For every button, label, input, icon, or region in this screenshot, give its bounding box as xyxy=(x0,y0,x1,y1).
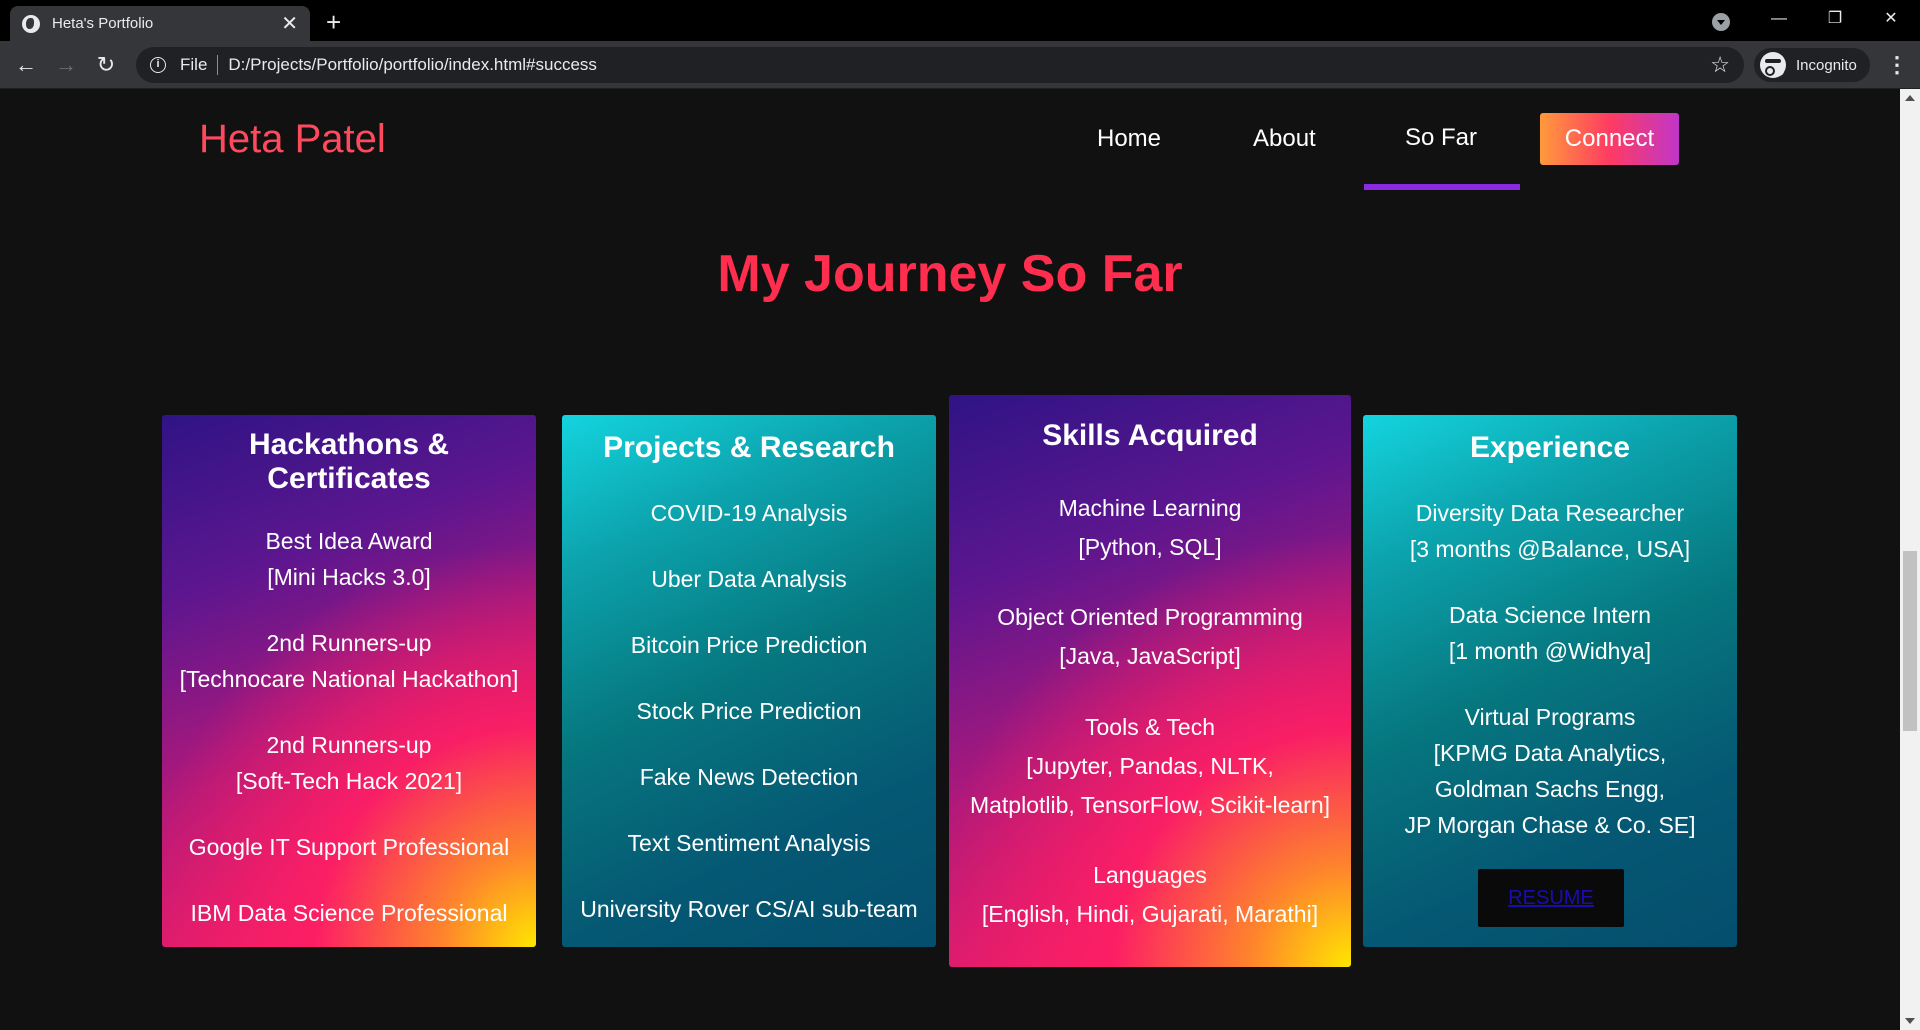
hackathons-title-line2: Certificates xyxy=(267,462,431,495)
list-item: COVID-19 Analysis xyxy=(650,500,848,526)
tab-title: Heta's Portfolio xyxy=(52,15,154,32)
page-viewport: Heta Patel Home About So Far Connect My … xyxy=(0,89,1900,1030)
page-scrollbar[interactable] xyxy=(1900,89,1920,1030)
skills-card-title: Skills Acquired xyxy=(1042,419,1258,452)
forward-arrow-icon[interactable]: → xyxy=(52,51,80,79)
list-item: Virtual Programs [KPMG Data Analytics, G… xyxy=(1404,704,1696,838)
close-window-button[interactable]: ✕ xyxy=(1868,6,1914,34)
list-item: 2nd Runners-up [Technocare National Hack… xyxy=(179,630,519,692)
experience-card: Experience Diversity Data Researcher [3 … xyxy=(1363,415,1737,947)
nav-about[interactable]: About xyxy=(1253,125,1316,153)
incognito-label: Incognito xyxy=(1796,56,1857,74)
scroll-down-arrow-icon[interactable] xyxy=(1905,1018,1915,1024)
hackathons-card: Hackathons & Certificates Best Idea Awar… xyxy=(162,415,536,947)
connect-button[interactable]: Connect xyxy=(1540,113,1679,165)
menu-kebab-icon[interactable]: ⋮ xyxy=(1886,52,1908,78)
list-item: Languages [English, Hindi, Gujarati, Mar… xyxy=(981,862,1319,927)
list-item: Uber Data Analysis xyxy=(651,566,847,592)
back-arrow-icon[interactable]: ← xyxy=(12,51,40,79)
list-item: Stock Price Prediction xyxy=(636,698,862,724)
projects-card: Projects & Research COVID-19 Analysis Ub… xyxy=(562,415,936,947)
address-bar[interactable]: i File D:/Projects/Portfolio/portfolio/i… xyxy=(136,47,1744,83)
list-item: Object Oriented Programming [Java, JavaS… xyxy=(997,604,1303,669)
resume-button[interactable]: RESUME xyxy=(1478,869,1624,927)
url-text[interactable]: D:/Projects/Portfolio/portfolio/index.ht… xyxy=(228,55,597,75)
section-title: My Journey So Far xyxy=(717,245,1183,303)
skills-card: Skills Acquired Machine Learning [Python… xyxy=(949,395,1351,967)
scrollbar-thumb[interactable] xyxy=(1903,551,1917,731)
incognito-icon xyxy=(1760,52,1786,78)
info-icon[interactable]: i xyxy=(150,57,166,73)
list-item: Bitcoin Price Prediction xyxy=(630,632,868,658)
list-item: Machine Learning [Python, SQL] xyxy=(1058,495,1242,560)
url-scheme: File xyxy=(180,55,208,74)
reload-icon[interactable]: ↻ xyxy=(92,51,120,79)
browser-toolbar: ← → ↻ i File D:/Projects/Portfolio/portf… xyxy=(0,41,1920,89)
scroll-up-arrow-icon[interactable] xyxy=(1905,95,1915,101)
brand-name[interactable]: Heta Patel xyxy=(199,117,386,162)
list-item: Data Science Intern [1 month @Widhya] xyxy=(1448,602,1652,664)
minimize-button[interactable]: — xyxy=(1756,6,1802,34)
restore-button[interactable]: ❐ xyxy=(1812,6,1858,34)
hackathons-card-title: Hackathons & Certificates xyxy=(162,428,536,496)
list-item: Diversity Data Researcher [3 months @Bal… xyxy=(1409,500,1691,562)
browser-tab[interactable]: Heta's Portfolio ✕ xyxy=(10,6,310,41)
nav-so-far[interactable]: So Far xyxy=(1405,124,1477,152)
list-item: Fake News Detection xyxy=(639,764,859,790)
list-item: IBM Data Science Professional xyxy=(190,900,508,926)
browser-tab-strip: Heta's Portfolio ✕ + — ❐ ✕ xyxy=(0,0,1920,41)
list-item: Tools & Tech [Jupyter, Pandas, NLTK, Mat… xyxy=(969,714,1331,818)
active-nav-underline xyxy=(1364,184,1520,190)
projects-card-title: Projects & Research xyxy=(603,431,895,464)
nav-home[interactable]: Home xyxy=(1097,125,1161,153)
experience-card-title: Experience xyxy=(1469,431,1631,464)
list-item: Google IT Support Professional xyxy=(188,834,510,860)
tab-close-icon[interactable]: ✕ xyxy=(281,14,298,34)
globe-icon xyxy=(22,14,40,33)
list-item: Best Idea Award [Mini Hacks 3.0] xyxy=(265,528,433,590)
tab-search-icon[interactable] xyxy=(1712,13,1730,31)
bookmark-star-icon[interactable]: ☆ xyxy=(1710,52,1730,78)
incognito-badge[interactable]: Incognito xyxy=(1754,48,1870,82)
new-tab-button[interactable]: + xyxy=(326,7,341,38)
list-item: 2nd Runners-up [Soft-Tech Hack 2021] xyxy=(235,732,463,794)
list-item: Text Sentiment Analysis xyxy=(627,830,871,856)
url-separator xyxy=(217,55,219,75)
hackathons-title-line1: Hackathons & xyxy=(248,428,450,461)
list-item: University Rover CS/AI sub-team xyxy=(580,896,918,922)
